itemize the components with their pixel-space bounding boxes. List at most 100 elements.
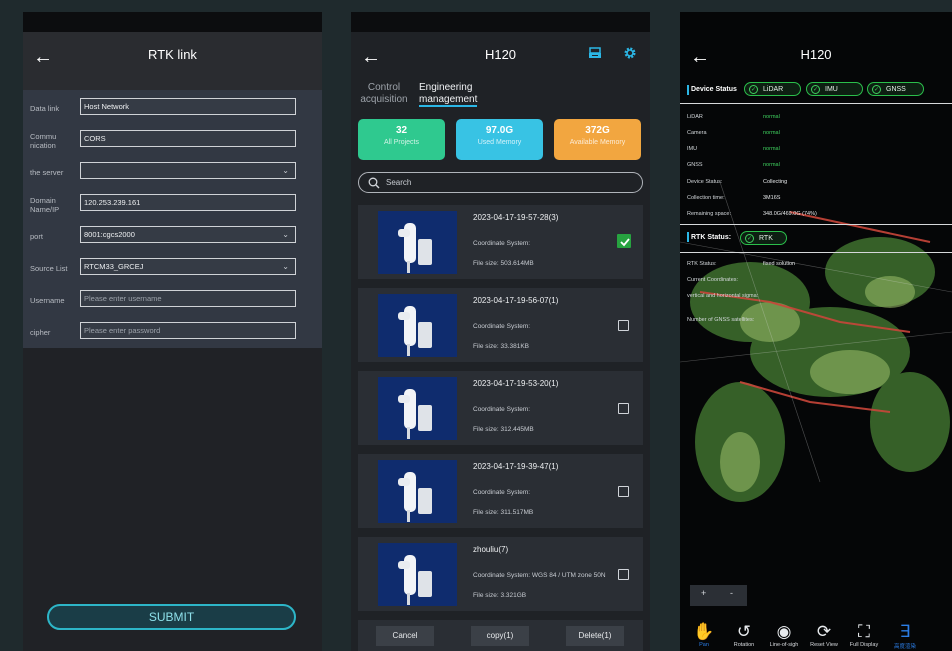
communication-input[interactable]: CORS	[80, 130, 296, 147]
field-data-link: Data link Host Network	[23, 98, 322, 118]
status-label: Collection time:	[687, 195, 725, 201]
project-name: 2023-04-17-19-39-47(1)	[473, 462, 559, 471]
status-value: Collecting	[763, 179, 788, 185]
field-label: Source List	[30, 264, 68, 273]
scanner-thumbnail	[378, 543, 457, 606]
tool-height-render[interactable]: ∃ 高度渲染	[885, 622, 925, 650]
eye-icon: ◉	[776, 622, 792, 641]
checkbox[interactable]	[618, 403, 629, 414]
scanner-thumbnail	[378, 377, 457, 440]
project-item[interactable]: zhouliu(7) Coordinate System: WGS 84 / U…	[358, 537, 643, 611]
select-value: RTCM33_GRCEJ	[84, 262, 144, 271]
copy-button[interactable]: copy(1)	[471, 626, 529, 646]
stat-value: 32	[395, 125, 408, 136]
size-value: 312.445MB	[500, 426, 534, 433]
zoom-in-button[interactable]: +	[701, 588, 706, 598]
stat-card-available-memory[interactable]: 372G Available Memory	[554, 119, 641, 160]
stat-value: 97.0G	[485, 125, 514, 136]
tool-line-of-sight[interactable]: ◉ Line-of-sigh	[764, 622, 804, 648]
scanner-thumbnail	[378, 294, 457, 357]
tool-full-display[interactable]: ⛶ Full Display	[844, 622, 884, 648]
checkbox-checked[interactable]	[617, 234, 631, 248]
chip-gnss: ✓ GNSS	[867, 82, 924, 96]
password-input[interactable]: Please enter password	[80, 322, 296, 339]
device-status-label: Device Status	[691, 86, 737, 93]
status-value: 348.0G/469.0G (74%)	[763, 211, 817, 217]
chip-imu: ✓ IMU	[806, 82, 863, 96]
status-bar	[351, 12, 650, 32]
size-value: 33.381KB	[500, 343, 530, 350]
project-item[interactable]: 2023-04-17-19-56-07(1) Coordinate System…	[358, 288, 643, 362]
cancel-button[interactable]: Cancel	[376, 626, 434, 646]
project-item[interactable]: 2023-04-17-19-57-28(3) Coordinate System…	[358, 205, 643, 279]
stat-value: 372G	[585, 125, 610, 136]
device-status-screen: ← H120 Device Status ✓ LiDAR ✓ IMU ✓ GNSS L…	[680, 12, 952, 651]
port-select[interactable]: 8001:cgcs2000 ⌄	[80, 226, 296, 243]
zoom-controls: + -	[690, 585, 747, 606]
point-cloud-view[interactable]	[680, 182, 952, 622]
gear-icon[interactable]	[623, 46, 637, 60]
coordinate-system: Coordinate System:	[473, 240, 530, 247]
checkbox[interactable]	[618, 320, 629, 331]
coord-label: Coordinate System:	[473, 489, 531, 496]
project-item[interactable]: 2023-04-17-19-53-20(1) Coordinate System…	[358, 371, 643, 445]
field-cipher: cipher Please enter password	[23, 322, 322, 342]
page-title: H120	[484, 47, 517, 62]
tab-control-acquisition[interactable]: Control acquisition	[359, 82, 409, 106]
scanner-thumbnail	[378, 460, 457, 523]
printer-icon[interactable]	[588, 46, 602, 60]
tool-pan[interactable]: ✋ Pan	[684, 622, 724, 648]
data-link-input[interactable]: Host Network	[80, 98, 296, 115]
engineering-screen: ← H120 Control acquisition Engineering m…	[351, 12, 650, 651]
chip-label: RTK	[759, 235, 773, 242]
rtk-label: RTK Status:	[687, 261, 717, 267]
tool-label: Pan	[699, 642, 709, 648]
status-label: IMU	[687, 146, 698, 152]
size-value: 503.614MB	[500, 260, 534, 267]
project-item[interactable]: 2023-04-17-19-39-47(1) Coordinate System…	[358, 454, 643, 528]
submit-button[interactable]: SUBMIT	[47, 604, 296, 630]
delete-button[interactable]: Delete(1)	[566, 626, 624, 646]
coord-label: Coordinate System:	[473, 240, 531, 247]
file-size: File size: 3.321GB	[473, 592, 526, 599]
action-bar: Cancel copy(1) Delete(1)	[358, 620, 643, 651]
username-input[interactable]: Please enter username	[80, 290, 296, 307]
hand-icon: ✋	[693, 622, 715, 641]
checkbox[interactable]	[618, 569, 629, 580]
check-circle-icon: ✓	[749, 84, 758, 94]
stat-card-projects[interactable]: 32 All Projects	[358, 119, 445, 160]
server-select[interactable]: ⌄	[80, 162, 296, 179]
coordinate-system: Coordinate System:	[473, 406, 530, 413]
section-marker	[687, 85, 689, 95]
chip-label: IMU	[825, 86, 838, 93]
check-icon	[620, 238, 630, 247]
tab-engineering-management[interactable]: Engineering management	[419, 82, 483, 106]
chevron-down-icon: ⌄	[282, 166, 289, 175]
size-label: File size:	[473, 260, 499, 267]
stat-card-used-memory[interactable]: 97.0G Used Memory	[456, 119, 543, 160]
reset-icon: ⟳	[816, 622, 832, 641]
field-label: Commu nication	[30, 132, 57, 150]
scanner-thumbnail	[378, 211, 457, 274]
tool-rotation[interactable]: ↺ Rotation	[724, 622, 764, 648]
zoom-out-button[interactable]: -	[730, 588, 733, 598]
chip-label: LiDAR	[763, 86, 784, 93]
section-marker	[687, 232, 689, 242]
checkbox[interactable]	[618, 486, 629, 497]
field-server: the server ⌄	[23, 162, 322, 182]
check-circle-icon: ✓	[811, 84, 820, 94]
tool-reset-view[interactable]: ⟳ Reset View	[804, 622, 844, 648]
tool-label: Line-of-sigh	[769, 642, 799, 648]
check-circle-icon: ✓	[872, 84, 881, 94]
size-label: File size:	[473, 592, 499, 599]
rtk-value: fixed solution	[763, 261, 796, 267]
domain-input[interactable]: 120.253.239.161	[80, 194, 296, 211]
stat-label: Available Memory	[569, 139, 626, 146]
source-list-select[interactable]: RTCM33_GRCEJ ⌄	[80, 258, 296, 275]
page-title: RTK link	[148, 47, 197, 62]
search-input[interactable]: Search	[358, 172, 643, 193]
divider	[680, 224, 952, 225]
size-value: 311.517MB	[500, 509, 534, 516]
status-value: 3M16S	[763, 195, 781, 201]
status-label: GNSS	[687, 162, 703, 168]
